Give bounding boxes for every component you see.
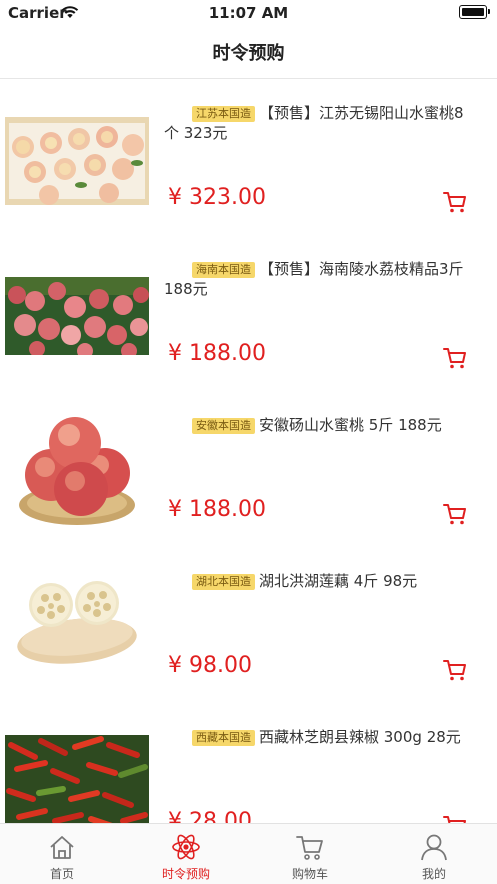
battery-icon bbox=[459, 5, 490, 19]
tab-cart[interactable]: 购物车 bbox=[248, 824, 372, 884]
product-price: ¥ 28.00 bbox=[168, 809, 252, 823]
tab-profile[interactable]: 我的 bbox=[372, 824, 496, 884]
product-name: 西藏林芝朗县辣椒 300g 28元 bbox=[259, 728, 461, 746]
tab-label: 时令预购 bbox=[161, 867, 210, 881]
atom-icon bbox=[171, 832, 201, 862]
tab-bar: 首页 时令预购 购物车 我的 bbox=[0, 823, 497, 884]
add-to-cart-icon[interactable] bbox=[442, 813, 468, 823]
origin-badge: 湖北本国造 bbox=[192, 574, 255, 590]
product-name: 湖北洪湖莲藕 4斤 98元 bbox=[259, 572, 418, 590]
product-price: ¥ 98.00 bbox=[168, 653, 252, 678]
origin-badge: 海南本国造 bbox=[192, 262, 255, 278]
product-image bbox=[5, 277, 149, 355]
product-item[interactable]: 海南本国造 【预售】海南陵水荔枝精品3斤 188元 ¥ 188.00 bbox=[0, 235, 497, 391]
add-to-cart-icon[interactable] bbox=[442, 501, 468, 527]
add-to-cart-icon[interactable] bbox=[442, 345, 468, 371]
product-price: ¥ 188.00 bbox=[168, 341, 266, 366]
product-name: 安徽砀山水蜜桃 5斤 188元 bbox=[259, 416, 442, 434]
home-icon bbox=[47, 832, 77, 862]
origin-badge: 安徽本国造 bbox=[192, 418, 255, 434]
product-price: ¥ 188.00 bbox=[168, 497, 266, 522]
product-title[interactable]: 西藏本国造 西藏林芝朗县辣椒 300g 28元 bbox=[164, 727, 474, 747]
tab-label: 我的 bbox=[421, 867, 446, 881]
product-title[interactable]: 海南本国造 【预售】海南陵水荔枝精品3斤 188元 bbox=[164, 259, 474, 299]
add-to-cart-icon[interactable] bbox=[442, 189, 468, 215]
product-list[interactable]: 江苏本国造 【预售】江苏无锡阳山水蜜桃8个 323元 ¥ 323.00 海南本国… bbox=[0, 79, 497, 823]
origin-badge: 西藏本国造 bbox=[192, 730, 255, 746]
product-title[interactable]: 安徽本国造 安徽砀山水蜜桃 5斤 188元 bbox=[164, 415, 474, 435]
add-to-cart-icon[interactable] bbox=[442, 657, 468, 683]
product-image bbox=[5, 565, 149, 677]
page-title: 时令预购 bbox=[212, 43, 285, 64]
product-price: ¥ 323.00 bbox=[168, 185, 266, 210]
product-item[interactable]: 西藏本国造 西藏林芝朗县辣椒 300g 28元 ¥ 28.00 bbox=[0, 703, 497, 823]
tab-home[interactable]: 首页 bbox=[0, 824, 124, 884]
status-bar: Carrier 11:07 AM bbox=[0, 0, 497, 26]
tab-preorder[interactable]: 时令预购 bbox=[124, 824, 248, 884]
product-image bbox=[5, 409, 149, 529]
cart-icon bbox=[295, 832, 325, 862]
product-item[interactable]: 湖北本国造 湖北洪湖莲藕 4斤 98元 ¥ 98.00 bbox=[0, 547, 497, 703]
product-image bbox=[5, 117, 149, 205]
clock: 11:07 AM bbox=[208, 4, 289, 22]
product-title[interactable]: 江苏本国造 【预售】江苏无锡阳山水蜜桃8个 323元 bbox=[164, 103, 474, 143]
product-item[interactable]: 江苏本国造 【预售】江苏无锡阳山水蜜桃8个 323元 ¥ 323.00 bbox=[0, 79, 497, 235]
product-image bbox=[5, 735, 149, 823]
product-title[interactable]: 湖北本国造 湖北洪湖莲藕 4斤 98元 bbox=[164, 571, 474, 591]
origin-badge: 江苏本国造 bbox=[192, 106, 255, 122]
navigation-bar: 时令预购 bbox=[0, 26, 497, 79]
tab-label: 首页 bbox=[49, 867, 74, 881]
user-icon bbox=[419, 832, 449, 862]
product-item[interactable]: 安徽本国造 安徽砀山水蜜桃 5斤 188元 ¥ 188.00 bbox=[0, 391, 497, 547]
tab-label: 购物车 bbox=[291, 867, 328, 881]
